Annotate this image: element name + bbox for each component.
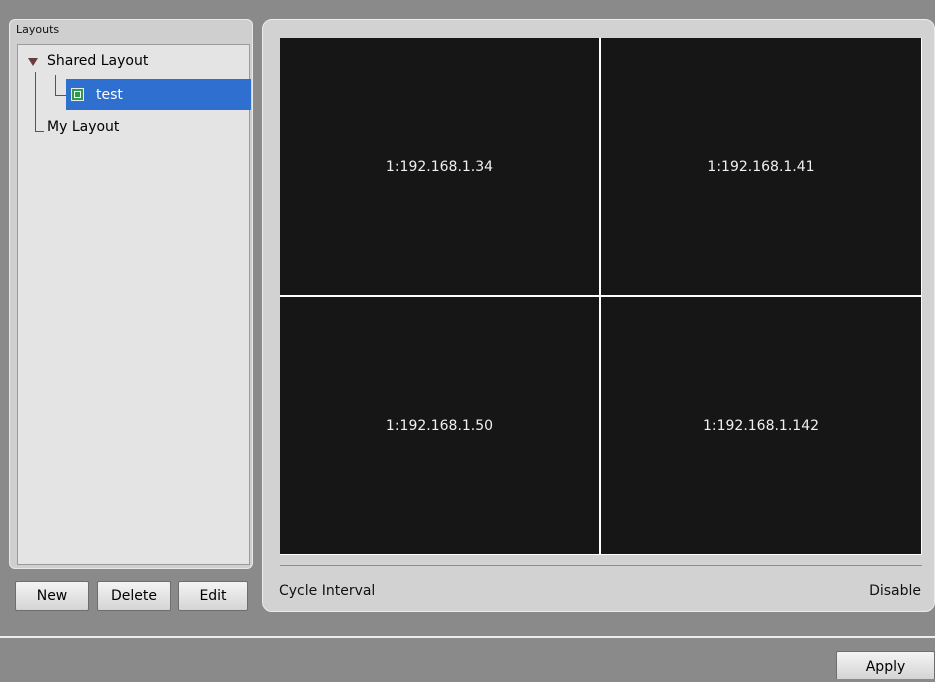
layout-tree[interactable]: Shared Layout test My Layout	[17, 44, 251, 565]
edit-button[interactable]: Edit	[178, 581, 248, 611]
footer-separator	[0, 636, 935, 638]
new-button[interactable]: New	[15, 581, 89, 611]
tree-node-my-layout[interactable]: My Layout	[47, 119, 119, 135]
tree-node-label: test	[96, 87, 123, 103]
cycle-interval-label: Cycle Interval	[279, 583, 376, 599]
video-cell[interactable]: 1:192.168.1.142	[601, 297, 921, 554]
layout-preview-panel: 1:192.168.1.34 1:192.168.1.41 1:192.168.…	[262, 19, 935, 612]
video-cell[interactable]: 1:192.168.1.50	[280, 297, 599, 554]
expand-arrow-icon[interactable]	[28, 58, 38, 66]
cycle-interval-value[interactable]: Disable	[869, 583, 921, 599]
layouts-header: Layouts	[16, 23, 60, 36]
tree-node-test[interactable]: test	[66, 79, 251, 110]
video-grid: 1:192.168.1.34 1:192.168.1.41 1:192.168.…	[280, 38, 922, 555]
tree-node-shared-layout[interactable]: Shared Layout	[47, 53, 148, 69]
divider	[280, 565, 922, 566]
delete-button[interactable]: Delete	[97, 581, 171, 611]
tree-connector	[55, 75, 56, 95]
apply-button[interactable]: Apply	[836, 651, 935, 679]
video-cell[interactable]: 1:192.168.1.34	[280, 38, 599, 295]
layouts-panel: Layouts Shared Layout test My Layout	[9, 19, 253, 569]
tree-connector	[35, 72, 36, 131]
layout-icon	[71, 88, 84, 101]
tree-connector	[35, 131, 44, 132]
video-cell[interactable]: 1:192.168.1.41	[601, 38, 921, 295]
tree-connector	[55, 95, 66, 96]
